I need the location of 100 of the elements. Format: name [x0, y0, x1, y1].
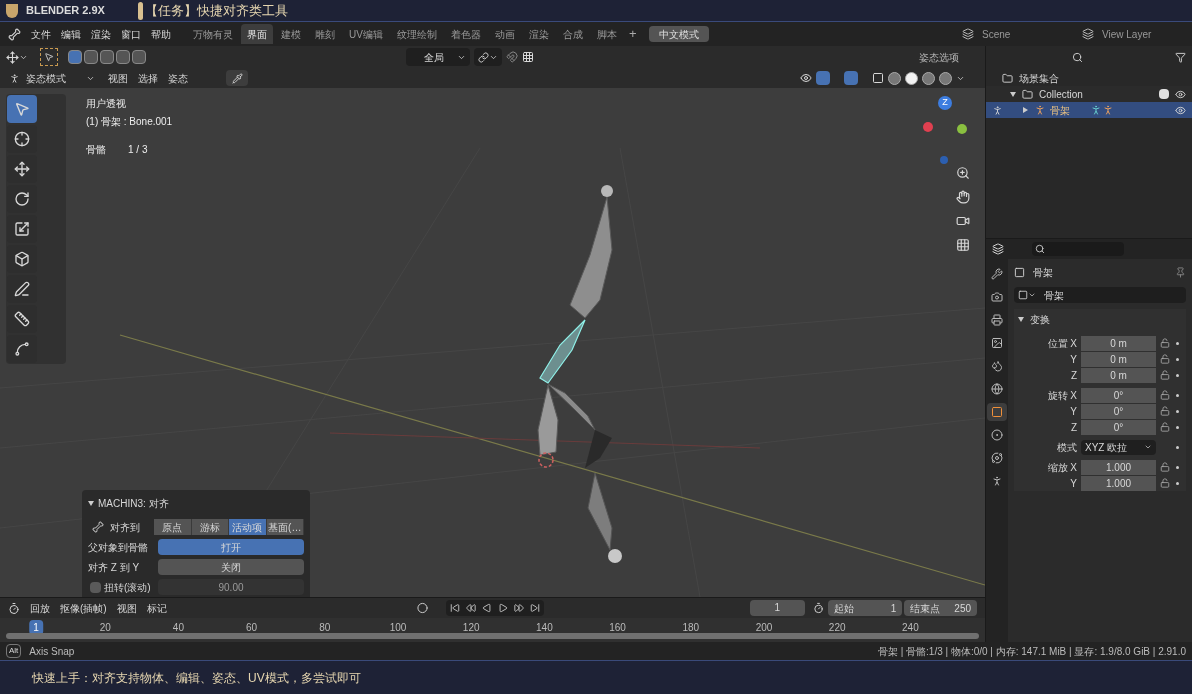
stopwatch-icon[interactable] [812, 602, 824, 614]
add-workspace-button[interactable]: + [624, 24, 641, 44]
visibility-icon[interactable] [800, 72, 812, 84]
menu-item[interactable]: 渲染 [91, 26, 111, 42]
workspace-tab[interactable]: 界面 [241, 24, 273, 44]
panel-header[interactable]: 变换 [1014, 309, 1186, 329]
play-reverse-icon[interactable] [481, 603, 492, 613]
number-field[interactable]: 1.000 [1081, 475, 1156, 491]
include-checkbox[interactable] [1159, 89, 1169, 99]
overlay-toggle[interactable] [844, 71, 858, 85]
pivot-dropdown[interactable] [474, 48, 502, 66]
workspace-tab[interactable]: 纹理绘制 [390, 24, 443, 44]
search-icon[interactable] [1072, 51, 1083, 63]
lock-icon[interactable] [1160, 390, 1170, 400]
object-name-field[interactable]: 骨架 [1014, 287, 1186, 303]
number-field[interactable]: 1.000 [1081, 459, 1156, 475]
number-field[interactable]: 0° [1081, 419, 1156, 435]
shading-mode-icon[interactable] [905, 71, 918, 85]
outliner-item[interactable]: Collection [1039, 86, 1083, 102]
workspace-tab[interactable]: 建模 [275, 24, 307, 44]
expand-arrow-icon[interactable] [1023, 107, 1028, 113]
menu-item[interactable]: 帮助 [151, 26, 171, 42]
menu-item[interactable]: 窗口 [121, 26, 141, 42]
next-key-icon[interactable] [513, 603, 524, 613]
timeline-menu[interactable]: 回放 [29, 600, 50, 616]
record-icon[interactable] [416, 602, 428, 614]
workspace-tab[interactable]: 雕刻 [309, 24, 341, 44]
gizmo-toggle[interactable] [816, 71, 830, 85]
shading-mode-icon[interactable] [888, 71, 901, 85]
number-field[interactable]: 0 m [1081, 367, 1156, 383]
timeline-menu[interactable]: 视图 [116, 600, 137, 616]
shading-mode-icon[interactable] [939, 71, 952, 85]
viewport-menu[interactable]: 选择 [138, 70, 158, 86]
lock-icon[interactable] [1160, 478, 1170, 488]
jump-end-icon[interactable] [529, 603, 540, 613]
view-layer-icon[interactable] [1082, 28, 1094, 40]
snap-target-icon[interactable] [522, 51, 534, 63]
align-option[interactable]: 游标 [191, 519, 229, 535]
zoom-icon[interactable] [956, 166, 970, 180]
timeline-scrollbar[interactable] [6, 633, 979, 639]
current-frame-field[interactable]: 1 [749, 600, 805, 616]
xray-icon[interactable] [872, 72, 884, 84]
number-field[interactable]: 0 m [1081, 351, 1156, 367]
scene-icon[interactable] [962, 28, 974, 40]
filter-icon[interactable] [1175, 51, 1186, 63]
collapse-arrow-icon[interactable] [88, 501, 94, 506]
rotation-mode-dropdown[interactable]: XYZ 欧拉 [1081, 439, 1156, 455]
mode-button[interactable]: 中文模式 [648, 26, 709, 42]
lock-icon[interactable] [1160, 354, 1170, 364]
pan-icon[interactable] [956, 190, 970, 204]
workspace-tab[interactable]: 动画 [488, 24, 521, 44]
number-field[interactable]: 0 m [1081, 335, 1156, 351]
expand-arrow-icon[interactable] [1010, 91, 1016, 97]
selection-mode-icon[interactable] [100, 50, 114, 64]
viewport-menu[interactable]: 视图 [108, 70, 128, 86]
lock-icon[interactable] [1160, 422, 1170, 432]
align-option[interactable]: 原点 [154, 519, 192, 535]
end-frame-field[interactable]: 结束点 250 [904, 600, 977, 616]
search-field[interactable] [1032, 242, 1124, 256]
menu-item[interactable]: 编辑 [61, 26, 81, 42]
square-icon[interactable] [987, 403, 1007, 421]
selection-mode-icon[interactable] [132, 50, 146, 64]
snap-icon[interactable] [506, 51, 518, 63]
toggle-button[interactable]: 关闭 [158, 559, 304, 575]
visibility-icon[interactable] [1175, 88, 1186, 100]
viewport-menu[interactable]: 姿态 [168, 70, 188, 86]
lock-icon[interactable] [1160, 338, 1170, 348]
menu-item[interactable]: 文件 [31, 26, 51, 42]
timeline-menu[interactable]: 标记 [146, 600, 167, 616]
selection-mode-icon[interactable] [84, 50, 98, 64]
camera-view-icon[interactable] [956, 214, 970, 228]
gizmo-tool-icon[interactable] [6, 50, 19, 64]
workspace-tab[interactable]: 着色器 [444, 24, 487, 44]
workspace-tab[interactable]: 脚本 [590, 24, 623, 44]
timeline-editor-icon[interactable] [8, 601, 20, 615]
shading-mode-icon[interactable] [922, 71, 935, 85]
start-frame-field[interactable]: 起始 1 [827, 600, 903, 616]
lock-icon[interactable] [1160, 462, 1170, 472]
grid-icon[interactable] [956, 238, 970, 252]
number-field[interactable]: 0° [1081, 387, 1156, 403]
select-box-icon[interactable] [7, 95, 37, 123]
prev-key-icon[interactable] [465, 603, 476, 613]
workspace-tab[interactable]: 万物有灵 [187, 24, 239, 44]
number-field[interactable]: 0° [1081, 403, 1156, 419]
mode-dropdown[interactable]: 姿态模式 [6, 70, 98, 86]
lock-icon[interactable] [1160, 370, 1170, 380]
editor-type-icon[interactable] [992, 243, 1004, 255]
lock-icon[interactable] [1160, 406, 1170, 416]
play-icon[interactable] [497, 603, 508, 613]
toggle-button[interactable]: 打开 [158, 539, 304, 555]
selection-mode-icon[interactable] [68, 50, 82, 64]
outliner-row[interactable]: 骨架 [986, 102, 1192, 118]
workspace-tab[interactable]: 合成 [556, 24, 589, 44]
workspace-tab[interactable]: 渲染 [522, 24, 555, 44]
eyedropper-button[interactable] [226, 70, 248, 86]
tool-select-icon[interactable] [40, 48, 58, 66]
workspace-tab[interactable]: UV编辑 [343, 24, 389, 44]
align-option[interactable]: 活动项 [229, 519, 267, 535]
selection-mode-icon[interactable] [116, 50, 130, 64]
timeline-menu[interactable]: 抠像(插帧) [59, 600, 107, 616]
